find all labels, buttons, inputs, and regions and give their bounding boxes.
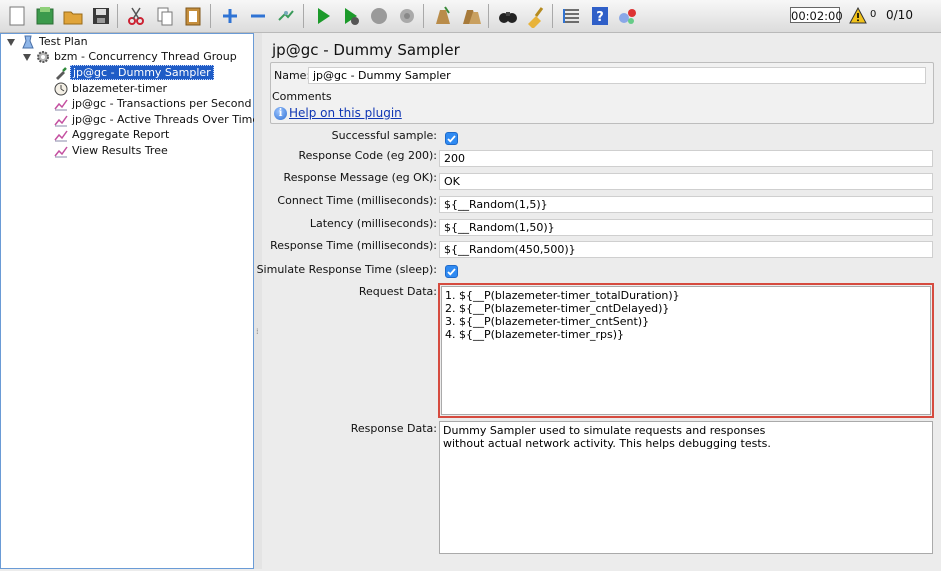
tree-node-view-results-tree[interactable]: View Results Tree [54,143,170,159]
clear-icon[interactable] [431,4,455,28]
split-pane-divider[interactable]: ⁞ [254,33,262,569]
response-time-input[interactable]: ${__Random(450,500)} [439,241,933,258]
search-icon[interactable] [496,4,520,28]
tree-node-aggregate-report[interactable]: Aggregate Report [54,127,171,143]
graph-icon [54,99,68,111]
graph-icon [54,130,68,142]
collapse-icon[interactable] [246,4,270,28]
response-code-label: Response Code (eg 200): [298,149,437,162]
gear-icon [37,51,49,63]
templates-icon[interactable] [33,4,57,28]
response-code-input[interactable]: 200 [439,150,933,167]
expand-icon[interactable] [218,4,242,28]
help-link[interactable]: Help on this plugin [289,106,402,120]
svg-text:?: ? [596,10,604,25]
remote-icon[interactable] [616,4,640,28]
request-data-highlight: 1. ${__P(blazemeter-timer_totalDuration)… [438,283,934,418]
active-threads: 0/10 [886,8,913,22]
stop-icon[interactable] [367,4,391,28]
comments-label: Comments: [272,90,336,103]
function-helper-icon[interactable] [560,4,584,28]
graph-icon [54,146,68,158]
simulate-response-time-checkbox[interactable] [445,265,458,278]
expand-toggle-icon[interactable] [23,54,31,61]
drag-handle-icon[interactable]: ⁞ [256,327,259,336]
info-icon: i [274,107,287,120]
request-data-label: Request Data: [358,285,437,298]
new-icon[interactable] [5,4,29,28]
checkmark-icon [447,268,456,276]
save-icon[interactable] [89,4,113,28]
start-icon[interactable] [311,4,335,28]
successful-sample-checkbox[interactable] [445,132,458,145]
open-icon[interactable] [61,4,85,28]
elapsed-timer: 00:02:00 [790,7,843,23]
warning-icon[interactable] [849,7,867,24]
paste-icon[interactable] [181,4,205,28]
name-label: Name: [274,69,311,82]
test-plan-tree[interactable]: Test Plan bzm - Concurrency Thread Group… [0,33,259,569]
latency-input[interactable]: ${__Random(1,50)} [439,219,933,236]
tree-node-active-threads[interactable]: jp@gc - Active Threads Over Time [54,112,261,128]
tree-node-timer[interactable]: blazemeter-timer [54,81,169,97]
response-data-textarea[interactable]: Dummy Sampler used to simulate requests … [439,421,933,554]
connect-time-input[interactable]: ${__Random(1,5)} [439,196,933,213]
warning-count: 0 [870,9,877,20]
request-data-textarea[interactable]: 1. ${__P(blazemeter-timer_totalDuration)… [441,286,931,415]
page-title: jp@gc - Dummy Sampler [272,41,460,59]
start-no-pauses-icon[interactable] [339,4,363,28]
simulate-response-time-label: Simulate Response Time (sleep): [256,263,437,276]
timer-icon [54,82,68,96]
clear-all-icon[interactable] [459,4,483,28]
tree-node-test-plan[interactable]: Test Plan [21,34,90,50]
reset-search-icon[interactable] [524,4,548,28]
dropper-icon [56,67,67,80]
shutdown-icon[interactable] [395,4,419,28]
cut-icon[interactable] [124,4,148,28]
response-time-label: Response Time (milliseconds): [270,239,437,252]
graph-icon [54,115,68,127]
response-data-label: Response Data: [350,422,437,435]
comments-input[interactable] [332,88,926,105]
toggle-icon[interactable] [274,4,298,28]
name-input[interactable]: jp@gc - Dummy Sampler [308,67,926,84]
connect-time-label: Connect Time (milliseconds): [277,194,437,207]
response-message-input[interactable]: OK [439,173,933,190]
successful-sample-label: Successful sample: [331,129,437,142]
expand-toggle-icon[interactable] [7,39,15,46]
response-message-label: Response Message (eg OK): [283,171,437,184]
copy-icon[interactable] [153,4,177,28]
sampler-config-panel: jp@gc - Dummy Sampler Name: jp@gc - Dumm… [257,33,941,571]
tree-node-transactions-per-second[interactable]: jp@gc - Transactions per Second [54,96,253,112]
toolbar: ? 00:02:00 0 0/10 [0,0,941,33]
latency-label: Latency (milliseconds): [309,217,437,230]
checkmark-icon [447,135,456,143]
tree-node-thread-group[interactable]: bzm - Concurrency Thread Group [36,49,239,65]
test-plan-icon [22,35,34,49]
tree-node-dummy-sampler[interactable]: jp@gc - Dummy Sampler [54,65,214,81]
help-icon[interactable]: ? [588,4,612,28]
